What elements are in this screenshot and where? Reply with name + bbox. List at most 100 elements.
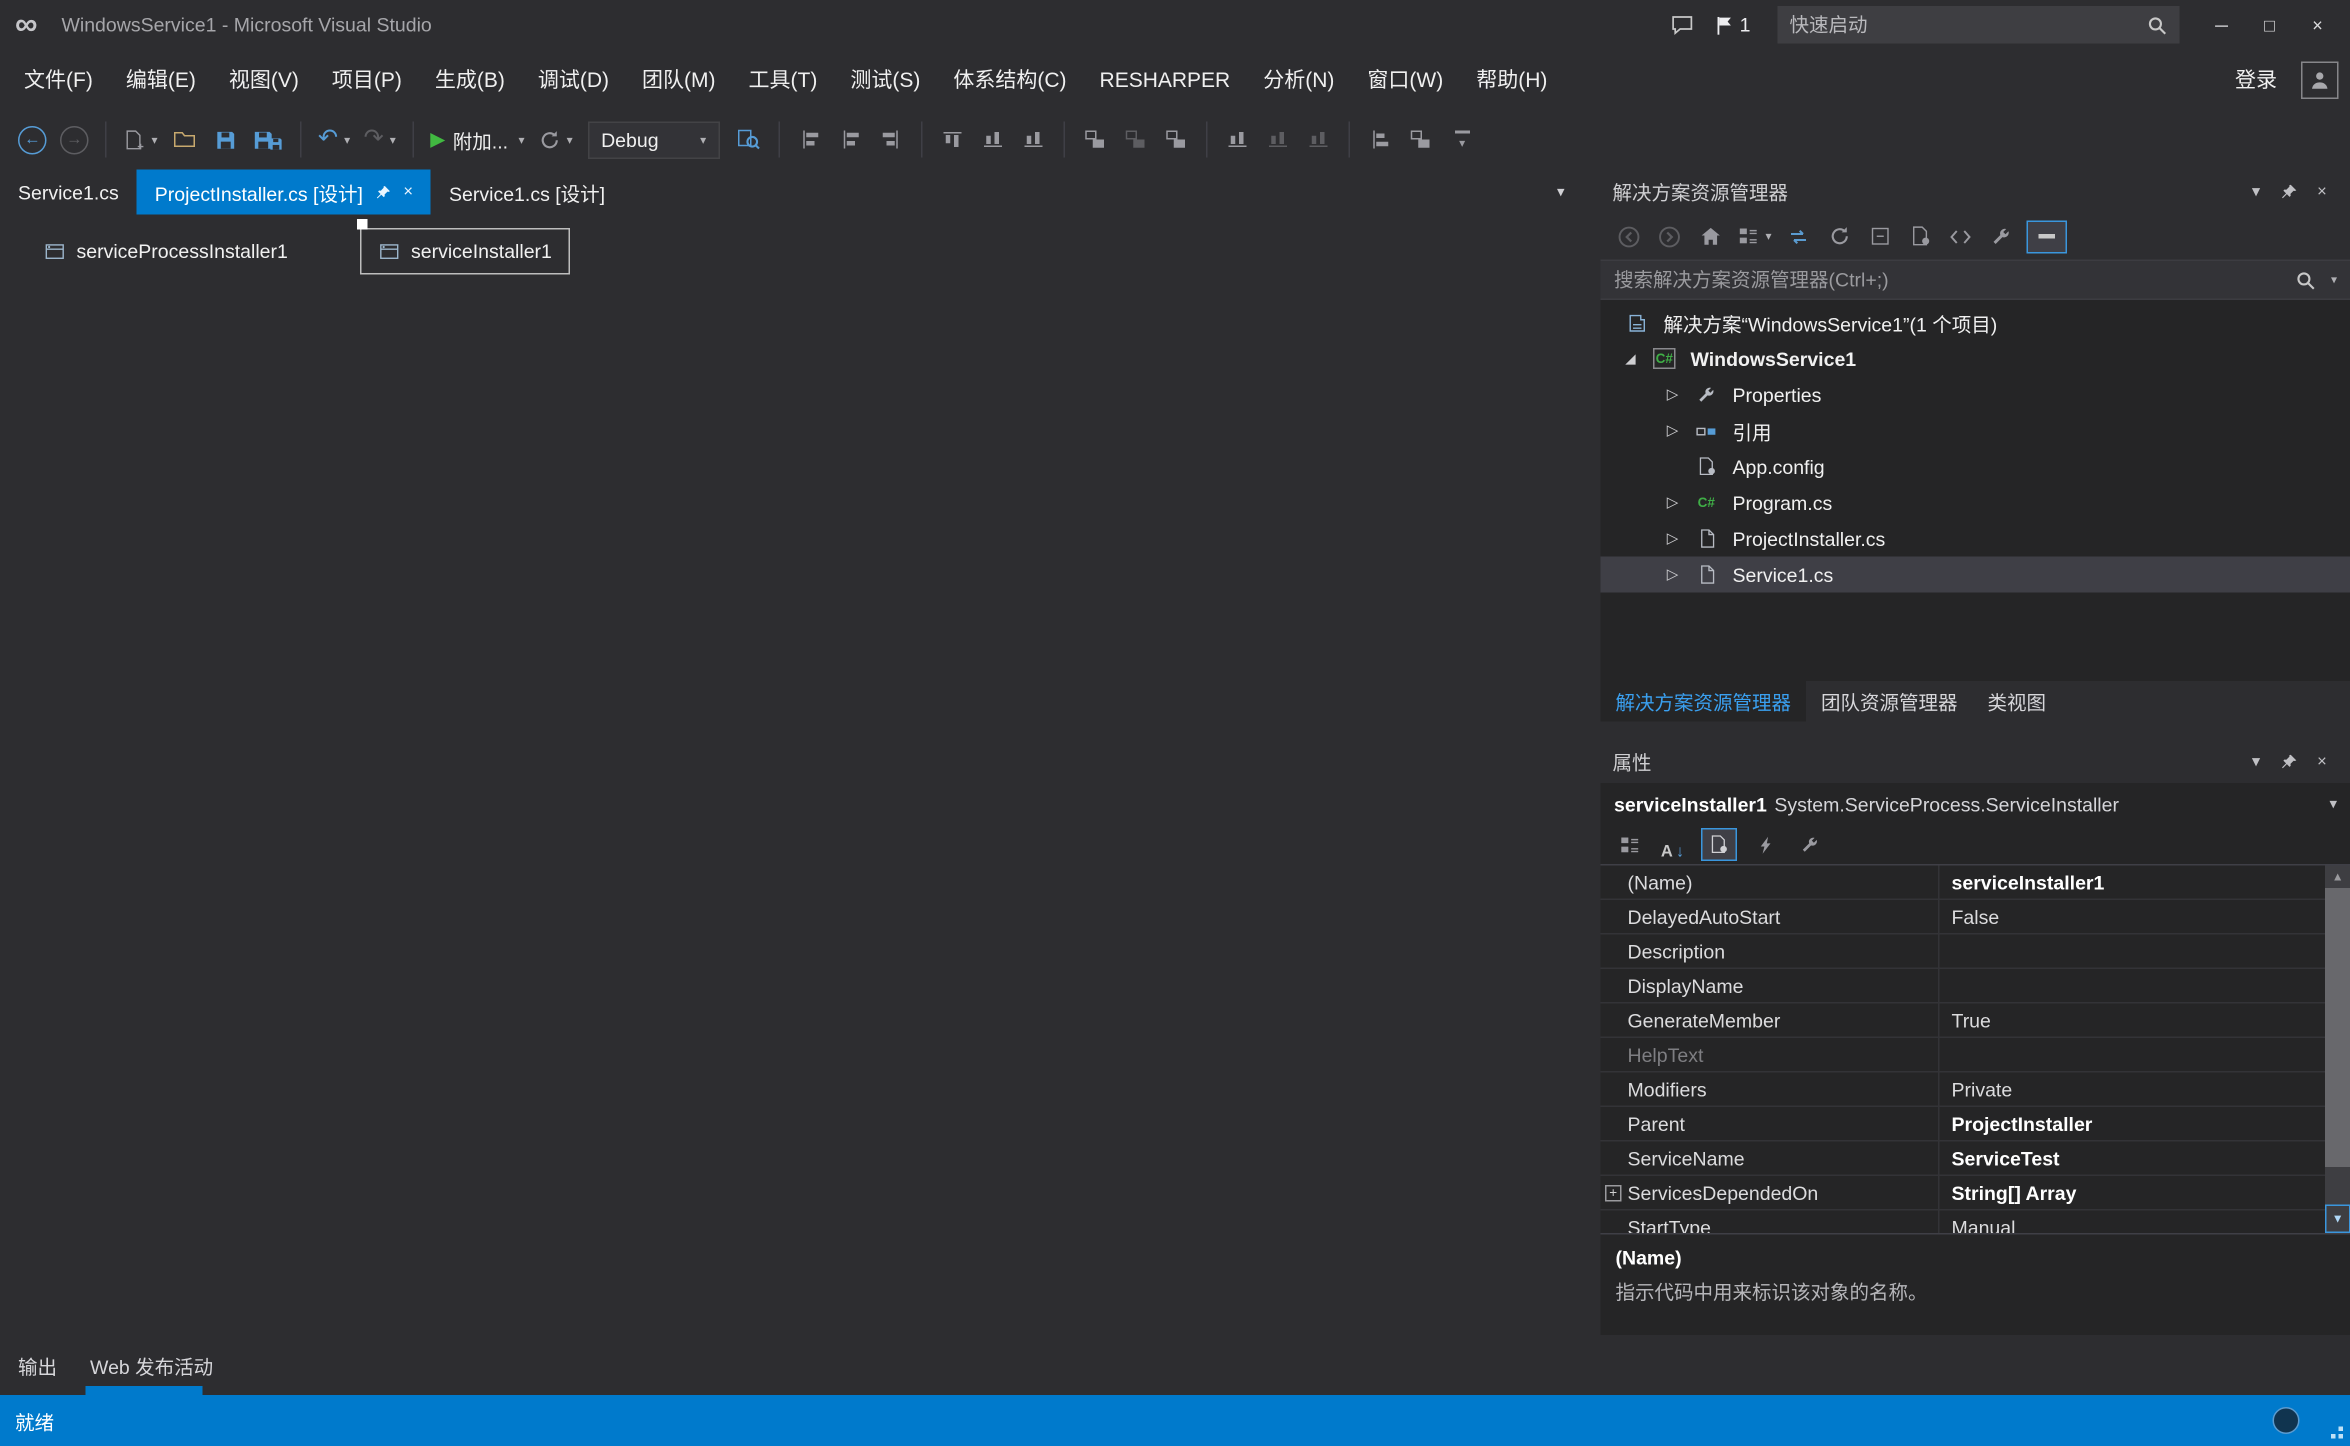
properties-button[interactable] <box>1986 220 2016 253</box>
debug-target-dropdown[interactable]: Debug ▾ <box>588 121 720 159</box>
solution-search-input[interactable] <box>1614 269 2283 292</box>
tab-projectinstaller-designer[interactable]: ProjectInstaller.cs [设计] × <box>137 170 431 215</box>
close-button[interactable]: × <box>2294 5 2342 46</box>
property-value[interactable]: ServiceTest <box>1940 1142 2350 1175</box>
user-avatar-icon[interactable] <box>2301 61 2339 99</box>
new-file-button[interactable]: ▾ <box>119 120 163 159</box>
solution-search-box[interactable]: ▾ <box>1601 260 2350 301</box>
navigate-back-button[interactable]: ← <box>14 120 52 159</box>
menu-edit[interactable]: 编辑(E) <box>109 57 212 102</box>
tree-node-project[interactable]: ◢ C# WindowsService1 <box>1601 341 2350 377</box>
menu-file[interactable]: 文件(F) <box>8 57 110 102</box>
start-debug-attach-button[interactable]: ▶ 附加... ▾ <box>426 120 529 159</box>
tree-node-service1cs-selected[interactable]: ▷ Service1.cs <box>1601 557 2350 593</box>
menu-analyze[interactable]: 分析(N) <box>1247 57 1351 102</box>
scroll-down-icon[interactable]: ▼ <box>2325 1205 2350 1234</box>
tree-node-properties[interactable]: ▷ Properties <box>1601 377 2350 413</box>
menu-team[interactable]: 团队(M) <box>626 57 733 102</box>
property-value[interactable]: ProjectInstaller <box>1940 1107 2350 1140</box>
solution-explorer-header[interactable]: 解决方案资源管理器 ▾ × <box>1601 170 2350 214</box>
preview-selected-items-toggle[interactable] <box>2027 220 2068 253</box>
make-same-size-button[interactable] <box>1158 120 1194 159</box>
minimize-button[interactable]: ─ <box>2198 5 2246 46</box>
property-value[interactable] <box>1940 1038 2350 1071</box>
tab-team-explorer[interactable]: 团队资源管理器 <box>1806 681 1973 722</box>
events-button[interactable] <box>1751 828 1781 861</box>
tree-node-solution[interactable]: 解决方案“WindowsService1”(1 个项目) <box>1601 305 2350 341</box>
tab-web-publish-activity[interactable]: Web 发布活动 <box>90 1351 213 1380</box>
tab-solution-explorer[interactable]: 解决方案资源管理器 <box>1601 681 1807 722</box>
align-centers-button[interactable] <box>832 120 868 159</box>
pin-icon[interactable] <box>2273 176 2306 206</box>
save-button[interactable] <box>207 120 243 159</box>
property-row-generatemember[interactable]: GenerateMember True <box>1601 1004 2350 1039</box>
menu-window[interactable]: 窗口(W) <box>1351 57 1460 102</box>
pane-splitter[interactable] <box>1601 722 2350 740</box>
menu-project[interactable]: 项目(P) <box>315 57 418 102</box>
component-serviceprocessinstaller1[interactable]: serviceProcessInstaller1 <box>27 228 304 275</box>
equal-horizontal-spacing-button[interactable] <box>1219 120 1255 159</box>
pin-icon[interactable] <box>375 184 392 201</box>
properties-view-toggle[interactable] <box>1701 828 1737 861</box>
component-serviceinstaller1[interactable]: serviceInstaller1 <box>360 228 570 275</box>
collapsed-arrow-icon[interactable]: ▷ <box>1661 422 1685 439</box>
menu-architecture[interactable]: 体系结构(C) <box>937 57 1083 102</box>
tab-class-view[interactable]: 类视图 <box>1973 681 2062 722</box>
tree-node-references[interactable]: ▷ 引用 <box>1601 413 2350 449</box>
undo-button[interactable]: ↶▾ <box>314 120 355 159</box>
property-row-modifiers[interactable]: Modifiers Private <box>1601 1073 2350 1108</box>
expanded-arrow-icon[interactable]: ◢ <box>1619 350 1643 367</box>
property-value[interactable]: String[] Array <box>1940 1176 2350 1209</box>
property-value[interactable]: Private <box>1940 1073 2350 1106</box>
view-code-button[interactable] <box>1946 220 1976 253</box>
property-value[interactable]: Manual <box>1940 1211 2350 1234</box>
menu-help[interactable]: 帮助(H) <box>1460 57 1564 102</box>
property-row-description[interactable]: Description <box>1601 935 2350 970</box>
tab-output[interactable]: 输出 <box>18 1351 57 1380</box>
menu-view[interactable]: 视图(V) <box>212 57 315 102</box>
property-value[interactable] <box>1940 969 2350 1002</box>
property-row-servicesdependedon[interactable]: + ServicesDependedOn String[] Array <box>1601 1176 2350 1211</box>
property-row-helptext[interactable]: HelpText <box>1601 1038 2350 1073</box>
navigate-forward-button[interactable]: → <box>56 120 94 159</box>
sync-with-active-document-button[interactable] <box>1784 220 1814 253</box>
switch-views-button[interactable]: ▾ <box>1736 220 1774 253</box>
find-in-files-button[interactable] <box>730 120 766 159</box>
align-to-grid-button[interactable] <box>1402 120 1438 159</box>
forward-button[interactable] <box>1655 220 1685 253</box>
collapsed-arrow-icon[interactable]: ▷ <box>1661 530 1685 547</box>
close-tab-icon[interactable]: × <box>403 183 413 201</box>
alphabetical-button[interactable]: A↓ <box>1658 828 1688 861</box>
status-circle-icon[interactable] <box>2273 1407 2300 1434</box>
align-rights-button[interactable] <box>873 120 909 159</box>
quick-launch-input[interactable] <box>1790 14 2147 37</box>
object-selector-dropdown[interactable]: serviceInstaller1 System.ServiceProcess.… <box>1601 783 2350 825</box>
property-grid-scrollbar[interactable]: ▲ ▼ <box>2325 866 2350 1234</box>
hot-reload-button[interactable]: ▾ <box>534 120 578 159</box>
tree-node-appconfig[interactable]: App.config <box>1601 449 2350 485</box>
selection-handle[interactable] <box>357 219 368 230</box>
properties-header[interactable]: 属性 ▾ × <box>1601 740 2350 784</box>
property-value[interactable]: serviceInstaller1 <box>1940 866 2350 899</box>
feedback-icon[interactable] <box>1660 5 1705 44</box>
sign-in-link[interactable]: 登录 <box>2211 65 2301 95</box>
close-icon[interactable]: × <box>2306 746 2339 776</box>
notifications-flag[interactable]: 1 <box>1705 14 1759 37</box>
equal-vertical-spacing-button[interactable] <box>1362 120 1398 159</box>
property-row-displayname[interactable]: DisplayName <box>1601 969 2350 1004</box>
align-tops-button[interactable] <box>934 120 970 159</box>
search-options-icon[interactable]: ▾ <box>2331 273 2337 287</box>
increase-horizontal-spacing-button[interactable] <box>1260 120 1296 159</box>
collapse-all-button[interactable] <box>1865 220 1895 253</box>
make-same-height-button[interactable] <box>1117 120 1153 159</box>
property-value[interactable]: False <box>1940 900 2350 933</box>
align-middles-button[interactable] <box>975 120 1011 159</box>
menu-test[interactable]: 测试(S) <box>834 57 937 102</box>
tree-node-projectinstallercs[interactable]: ▷ ProjectInstaller.cs <box>1601 521 2350 557</box>
window-position-icon[interactable]: ▾ <box>2240 746 2273 776</box>
align-bottoms-button[interactable] <box>1015 120 1051 159</box>
maximize-button[interactable]: □ <box>2246 5 2294 46</box>
menu-debug[interactable]: 调试(D) <box>521 57 625 102</box>
tab-service1-designer[interactable]: Service1.cs [设计] <box>431 170 623 215</box>
make-same-width-button[interactable] <box>1077 120 1113 159</box>
